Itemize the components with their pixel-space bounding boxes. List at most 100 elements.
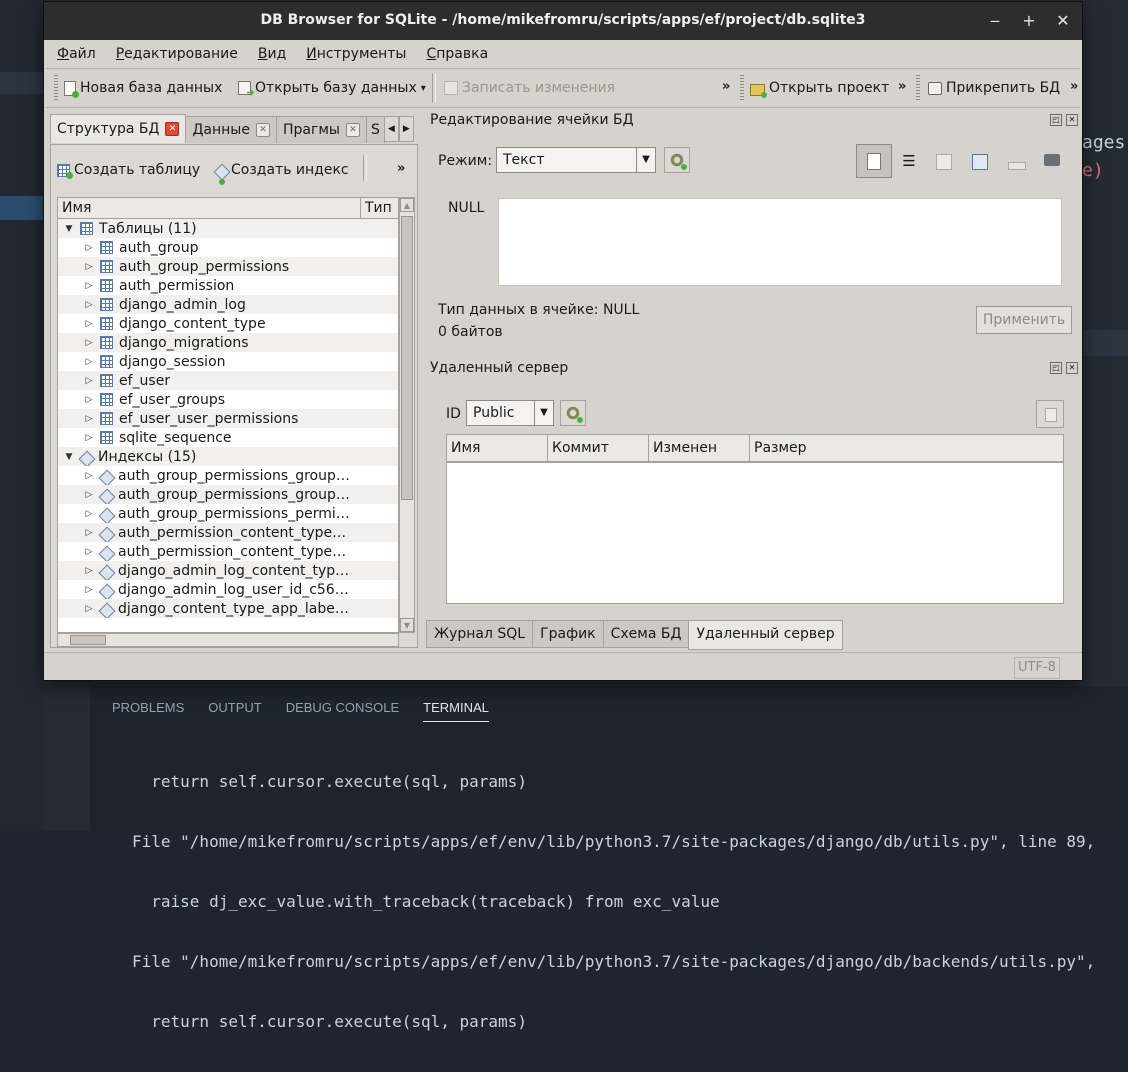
close-dock-icon[interactable]: ✕ — [1066, 362, 1078, 374]
expand-arrow-icon[interactable]: ▷ — [82, 319, 96, 329]
tree-row-index[interactable]: ▷ auth_permission_content_type… — [58, 523, 398, 542]
tree-row-index[interactable]: ▷ auth_group_permissions_group… — [58, 485, 398, 504]
export-icon[interactable] — [972, 154, 988, 170]
apply-button[interactable]: Применить — [976, 306, 1072, 334]
collapse-arrow-icon[interactable]: ▼ — [62, 224, 76, 234]
expand-arrow-icon[interactable]: ▷ — [82, 262, 96, 272]
expand-arrow-icon[interactable]: ▷ — [82, 300, 96, 310]
push-database-button[interactable] — [1036, 400, 1064, 428]
expand-arrow-icon[interactable]: ▷ — [82, 528, 96, 538]
word-wrap-toggle[interactable] — [856, 144, 892, 178]
tree-row-index[interactable]: ▷ auth_group_permissions_group… — [58, 466, 398, 485]
scroll-down-icon[interactable]: ▼ — [400, 618, 414, 632]
collapse-arrow-icon[interactable]: ▼ — [62, 452, 76, 462]
tab-scroll-left-icon[interactable]: ◀ — [383, 116, 399, 142]
column-header-type[interactable]: Тип — [361, 198, 392, 218]
auto-format-icon[interactable]: ☰ — [900, 152, 918, 170]
tab-problems[interactable]: PROBLEMS — [112, 700, 184, 722]
write-changes-button[interactable]: Записать изменения — [444, 75, 615, 101]
expand-arrow-icon[interactable]: ▷ — [82, 585, 96, 595]
remote-files-table[interactable]: Имя Коммит Изменен Размер — [446, 434, 1064, 604]
tree-row-index[interactable]: ▷ auth_permission_content_type… — [58, 542, 398, 561]
expand-arrow-icon[interactable]: ▷ — [82, 490, 96, 500]
tree-row-index[interactable]: ▷ django_content_type_app_labe… — [58, 599, 398, 618]
close-icon[interactable]: ✕ — [255, 123, 270, 137]
tab-debug-console[interactable]: DEBUG CONSOLE — [286, 700, 399, 722]
open-project-button[interactable]: Открыть проект — [750, 75, 889, 101]
tab-terminal[interactable]: TERMINAL — [423, 700, 489, 722]
menu-edit[interactable]: Редактирование — [105, 46, 247, 62]
print-icon[interactable] — [1044, 154, 1060, 166]
open-database-button[interactable]: Открыть базу данных ▾ — [238, 75, 426, 101]
tab-execute-sql[interactable]: S — [365, 116, 385, 143]
tree-row-table[interactable]: ▷ auth_group — [58, 238, 398, 257]
toolbar-grip[interactable] — [54, 75, 58, 101]
tab-output[interactable]: OUTPUT — [208, 700, 261, 722]
toolbar-overflow-button[interactable]: » — [898, 79, 906, 94]
menu-help[interactable]: Справка — [415, 46, 497, 62]
expand-arrow-icon[interactable]: ▷ — [82, 547, 96, 557]
column-header-modified[interactable]: Изменен — [649, 435, 750, 461]
mode-select[interactable]: Текст ▼ — [496, 147, 656, 173]
tree-row-table[interactable]: ▷ ef_user_groups — [58, 390, 398, 409]
menu-view[interactable]: Вид — [247, 46, 295, 62]
toolbar-overflow-button[interactable]: » — [1070, 79, 1078, 94]
tree-row-table[interactable]: ▷ django_content_type — [58, 314, 398, 333]
expand-arrow-icon[interactable]: ▷ — [82, 471, 96, 481]
scrollbar-thumb[interactable] — [70, 635, 106, 645]
attach-database-button[interactable]: Прикрепить БД — [928, 75, 1060, 101]
menu-file[interactable]: Файл — [46, 46, 105, 62]
close-dock-icon[interactable]: ✕ — [1066, 114, 1078, 126]
expand-arrow-icon[interactable]: ▷ — [82, 281, 96, 291]
tree-row-table[interactable]: ▷ ef_user_user_permissions — [58, 409, 398, 428]
toolbar-grip[interactable] — [916, 75, 920, 101]
menu-tools[interactable]: Инструменты — [295, 46, 415, 62]
tab-db-structure[interactable]: Структура БД ✕ — [50, 114, 187, 143]
remote-id-select[interactable]: Public ▼ — [466, 400, 554, 426]
close-icon[interactable]: ✕ — [345, 123, 360, 137]
tab-plot[interactable]: График — [532, 620, 604, 648]
tree-row-table[interactable]: ▷ django_admin_log — [58, 295, 398, 314]
auto-switch-mode-button[interactable] — [664, 147, 690, 173]
expand-arrow-icon[interactable]: ▷ — [82, 243, 96, 253]
toolbar-overflow-button[interactable]: » — [722, 79, 730, 94]
column-header-commit[interactable]: Коммит — [548, 435, 649, 461]
tree-row-table[interactable]: ▷ django_session — [58, 352, 398, 371]
create-index-button[interactable]: Создать индекс — [213, 157, 349, 183]
tree-row-index[interactable]: ▷ django_admin_log_content_typ… — [58, 561, 398, 580]
tree-row-table[interactable]: ▷ sqlite_sequence — [58, 428, 398, 447]
schema-tree[interactable]: Имя Тип ▼ Таблицы (11) ▷ auth_group ▷ auth… — [57, 197, 399, 633]
tree-row-index[interactable]: ▷ django_admin_log_user_id_c56… — [58, 580, 398, 599]
float-dock-icon[interactable]: ◰ — [1050, 114, 1062, 126]
tab-scroll-right-icon[interactable]: ▶ — [398, 116, 414, 142]
create-table-button[interactable]: Создать таблицу — [57, 157, 200, 183]
expand-arrow-icon[interactable]: ▷ — [82, 414, 96, 424]
column-header-name[interactable]: Имя — [58, 198, 361, 218]
column-header-size[interactable]: Размер — [750, 435, 807, 461]
column-header-name[interactable]: Имя — [447, 435, 548, 461]
tree-vertical-scrollbar[interactable]: ▲ ▼ — [399, 197, 415, 633]
maximize-button[interactable]: + — [1018, 10, 1040, 32]
tab-db-schema[interactable]: Схема БД — [602, 620, 690, 648]
tree-row-table[interactable]: ▷ ef_user — [58, 371, 398, 390]
new-database-button[interactable]: Новая база данных — [64, 75, 222, 101]
tab-sql-log[interactable]: Журнал SQL — [426, 620, 534, 648]
set-null-icon[interactable] — [1008, 162, 1026, 170]
expand-arrow-icon[interactable]: ▷ — [82, 338, 96, 348]
close-button[interactable]: ✕ — [1052, 10, 1074, 32]
tree-row-index[interactable]: ▷ auth_group_permissions_permi… — [58, 504, 398, 523]
toolbar-overflow-button[interactable]: » — [397, 161, 405, 176]
toolbar-grip[interactable] — [740, 75, 744, 101]
expand-arrow-icon[interactable]: ▷ — [82, 376, 96, 386]
expand-arrow-icon[interactable]: ▷ — [82, 395, 96, 405]
terminal-output[interactable]: return self.cursor.execute(sql, params) … — [132, 732, 1095, 1072]
tree-group-indexes[interactable]: ▼ Индексы (15) — [58, 447, 398, 466]
expand-arrow-icon[interactable]: ▷ — [82, 604, 96, 614]
minimize-button[interactable]: ‒ — [984, 10, 1006, 32]
scroll-up-icon[interactable]: ▲ — [400, 198, 414, 212]
tree-row-table[interactable]: ▷ auth_permission — [58, 276, 398, 295]
tab-pragmas[interactable]: Прагмы ✕ — [275, 116, 367, 143]
tree-row-table[interactable]: ▷ django_migrations — [58, 333, 398, 352]
float-dock-icon[interactable]: ◰ — [1050, 362, 1062, 374]
scrollbar-thumb[interactable] — [401, 216, 413, 500]
